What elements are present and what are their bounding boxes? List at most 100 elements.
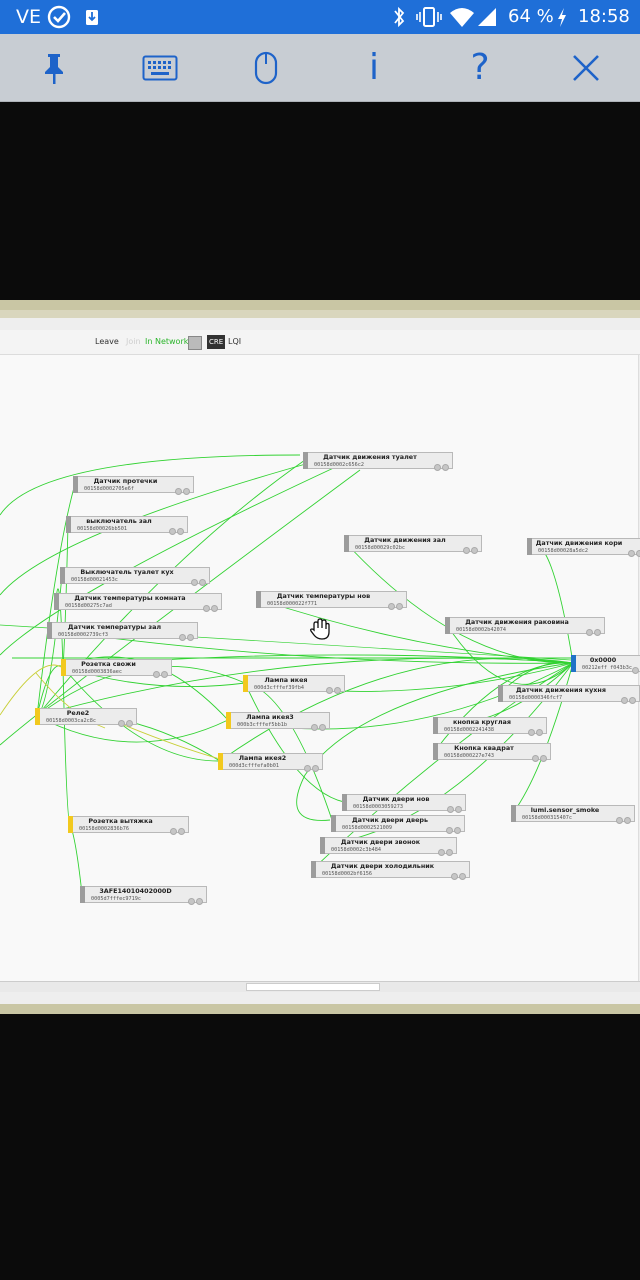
node-ports (433, 456, 449, 475)
leave-button[interactable]: Leave (95, 330, 119, 354)
network-link (62, 666, 71, 825)
network-node[interactable]: lumi.sensor_smoke 00158d000315407c (511, 805, 635, 824)
node-address: 00158d000022f771 (267, 601, 317, 607)
node-status-bar (433, 743, 438, 760)
network-node[interactable]: Датчик двери звонок 00158d0002c3b484 (320, 837, 457, 856)
network-node[interactable]: Датчик температуры нов 00158d000022f771 (256, 591, 407, 610)
join-button[interactable]: Join (126, 330, 141, 354)
node-address: 000d3cfffef39fb4 (254, 685, 304, 691)
info-button[interactable]: i (334, 34, 414, 101)
network-node[interactable]: Розетка свожи 00158d0003836aec (61, 659, 172, 678)
node-ports (445, 819, 461, 838)
node-name: Кнопка квадрат (454, 744, 514, 752)
node-status-bar (320, 837, 325, 854)
network-node[interactable]: 0x0000 00212eff f043b3c (571, 655, 640, 674)
battery-charging-icon (555, 0, 569, 34)
help-icon: ? (470, 47, 490, 88)
network-node[interactable]: Розетка вытяжка 00158d0002836b76 (68, 816, 189, 835)
node-ports (627, 542, 640, 561)
node-status-bar (68, 816, 73, 833)
network-node[interactable]: Датчик температуры комната 00158d00275c7a… (54, 593, 222, 612)
node-name: Реле2 (66, 709, 90, 717)
lqi-button[interactable]: LQI (228, 330, 241, 354)
node-address: 00158d0003836aec (72, 669, 122, 675)
network-node[interactable]: 3AFE14010402000D 0005d7fffec9719c (80, 886, 207, 905)
clock: 18:58 (578, 6, 630, 27)
network-node[interactable]: Датчик движения зал 00158d00029c02bc (344, 535, 482, 554)
network-node[interactable]: кнопка круглая 00158d0002241438 (433, 717, 547, 736)
node-status-bar (344, 535, 349, 552)
network-node[interactable]: Реле2 00158d0003ca2c8c (35, 708, 137, 727)
help-button[interactable]: ? (440, 34, 520, 101)
node-status-bar (226, 712, 231, 729)
keyboard-button[interactable] (120, 34, 200, 101)
network-node[interactable]: Датчик движения раковина 00158d0002b42074 (445, 617, 605, 636)
node-ports (387, 595, 403, 614)
bluetooth-icon (390, 0, 408, 34)
network-node[interactable]: Лампа икея2 000d3cfffefa0b01 (218, 753, 323, 772)
node-address: 00158d0002241438 (444, 727, 494, 733)
node-ports (117, 712, 133, 731)
node-address: 00158d000315407c (522, 815, 572, 821)
network-node[interactable]: Датчик движения кори 00158d00028a5dc2 (527, 538, 640, 557)
horizontal-scrollbar[interactable] (0, 981, 640, 992)
node-status-bar (511, 805, 516, 822)
node-status-bar (445, 617, 450, 634)
network-node[interactable]: Лампа икея 000d3cfffef39fb4 (243, 675, 345, 694)
node-address: 00158d0002c3b484 (331, 847, 381, 853)
close-button[interactable] (546, 34, 626, 101)
node-name: Датчик температуры комната (74, 594, 186, 602)
remote-frame-top-inner (0, 310, 640, 318)
network-node[interactable]: Датчик двери дверь 00158d0002521009 (331, 815, 465, 834)
carrier-label: VE (16, 6, 42, 28)
remote-toolbar: i ? (0, 34, 640, 102)
cre-button[interactable]: CRE (207, 335, 226, 349)
remote-desktop-view[interactable]: Leave Join In Network CRE LQI Датчик дви… (0, 318, 640, 1004)
toggle-icon[interactable] (188, 336, 202, 350)
close-icon (571, 53, 601, 83)
node-name: Датчик двери холодильник (330, 862, 435, 870)
node-status-bar (311, 861, 316, 878)
node-name: Лампа икея2 (238, 754, 287, 762)
node-status-bar (47, 622, 52, 639)
info-icon: i (368, 47, 379, 88)
node-status-bar (331, 815, 336, 832)
pin-button[interactable] (14, 34, 94, 101)
node-name: lumi.sensor_smoke (530, 806, 600, 814)
network-link (528, 543, 574, 664)
node-name: Датчик движения туалет (323, 453, 417, 461)
node-status-bar (73, 476, 78, 493)
network-node[interactable]: Датчик двери нов 00158d0003059273 (342, 794, 466, 813)
network-node[interactable]: Датчик двери холодильник 00158d0002bf6156 (311, 861, 470, 880)
node-name: Датчик температуры нов (276, 592, 371, 600)
node-address: 00158d00026bb501 (77, 526, 127, 532)
scrollbar-thumb[interactable] (246, 983, 380, 991)
network-node[interactable]: Датчик протечки 00158d0002705e6f (73, 476, 194, 495)
network-node[interactable]: выключатель зал 00158d00026bb501 (66, 516, 188, 535)
node-ports (169, 820, 185, 839)
node-ports (531, 747, 547, 766)
node-address: 00158d0003ca2c8c (46, 718, 96, 724)
network-node[interactable]: Датчик движения кухня 00158d0000346fcf7 (498, 685, 640, 704)
mouse-icon (254, 51, 278, 85)
node-address: 00158d0000346fcf7 (509, 695, 563, 701)
node-address: 000b3cfffef5bb1b (237, 722, 287, 728)
network-node[interactable]: Выключатель туалет кух 00158d00021453c (60, 567, 210, 586)
node-name: Лампа икея (264, 676, 308, 684)
node-ports (620, 689, 636, 708)
node-name: Датчик протечки (93, 477, 158, 485)
network-node[interactable]: Датчик движения туалет 00158d0002c656c2 (303, 452, 453, 471)
network-node[interactable]: Кнопка квадрат 00158d000227e743 (433, 743, 551, 762)
battery-percent: 64 % (508, 6, 554, 27)
network-node[interactable]: Лампа икея3 000b3cfffef5bb1b (226, 712, 330, 731)
node-address: 00158d0002705e6f (84, 486, 134, 492)
mouse-button[interactable] (226, 34, 306, 101)
remote-frame-top (0, 300, 640, 310)
node-name: Датчик движения зал (364, 536, 446, 544)
wifi-icon (448, 0, 476, 34)
node-address: 00158d0002bf6156 (322, 871, 372, 877)
network-node[interactable]: Датчик температуры зал 00158d0002739cf3 (47, 622, 198, 641)
node-name: Датчик двери звонок (340, 838, 421, 846)
network-map-canvas[interactable]: Датчик движения туалет 00158d0002c656c2 Да… (0, 355, 640, 981)
node-status-bar (35, 708, 40, 725)
